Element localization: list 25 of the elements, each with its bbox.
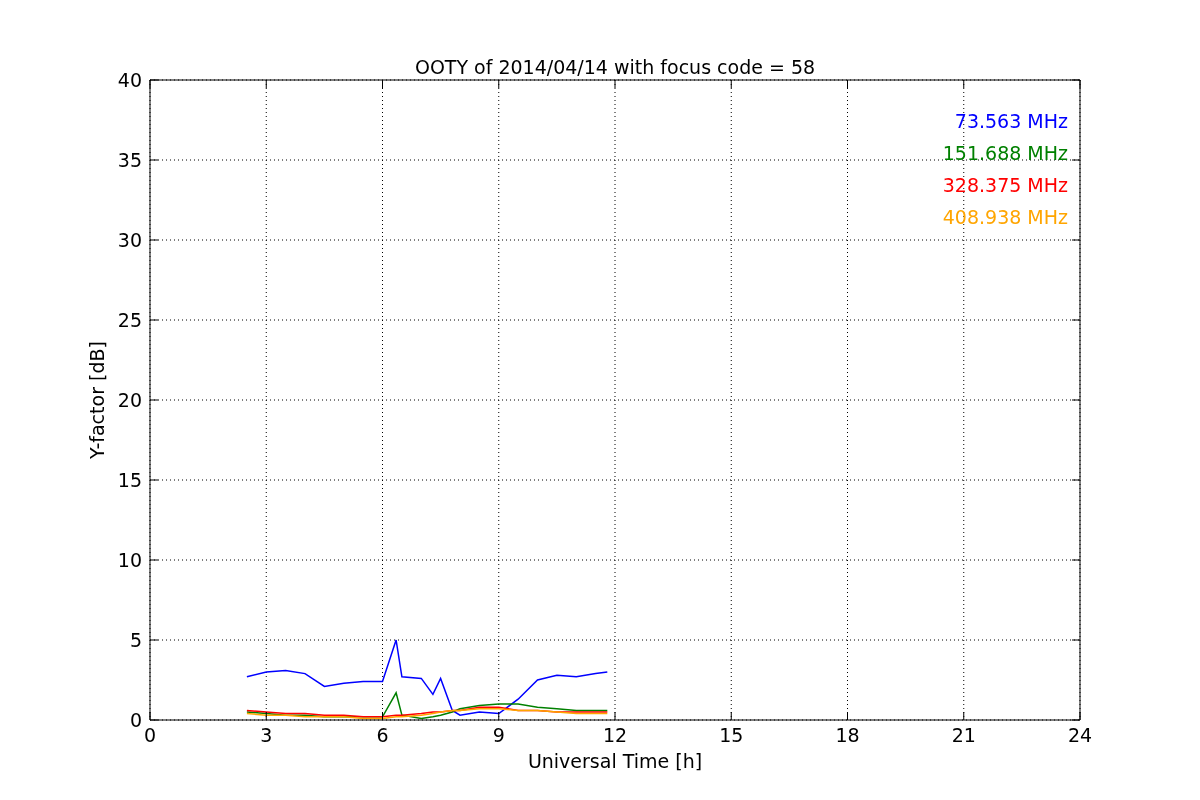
tick-label: 15 bbox=[719, 724, 744, 746]
tick-label: 15 bbox=[117, 469, 142, 491]
tick-label: 24 bbox=[1067, 724, 1093, 746]
tick-label: 9 bbox=[492, 724, 505, 746]
tick-label: 21 bbox=[951, 724, 976, 746]
tick-label: 12 bbox=[602, 724, 628, 746]
tick-label: 25 bbox=[117, 309, 142, 331]
tick-label: 10 bbox=[117, 549, 142, 571]
y-axis-label: Y-factor [dB] bbox=[86, 341, 108, 459]
tick-label: 0 bbox=[129, 709, 142, 731]
x-axis-label: Universal Time [h] bbox=[527, 750, 703, 772]
tick-label: 6 bbox=[376, 724, 389, 746]
tick-label: 30 bbox=[117, 229, 142, 251]
tick-label: 40 bbox=[117, 69, 142, 91]
legend-label: 408.938 MHz bbox=[942, 206, 1068, 228]
tick-label: 35 bbox=[117, 149, 142, 171]
tick-label: 18 bbox=[835, 724, 860, 746]
legend-label: 328.375 MHz bbox=[942, 174, 1068, 196]
tick-label: 5 bbox=[129, 629, 142, 651]
tick-label: 3 bbox=[260, 724, 273, 746]
chart-title: OOTY of 2014/04/14 with focus code = 58 bbox=[414, 56, 816, 78]
tick-label: 0 bbox=[143, 724, 157, 746]
legend-label: 151.688 MHz bbox=[942, 142, 1068, 164]
legend-label: 73.563 MHz bbox=[954, 110, 1068, 132]
tick-label: 20 bbox=[117, 389, 142, 411]
